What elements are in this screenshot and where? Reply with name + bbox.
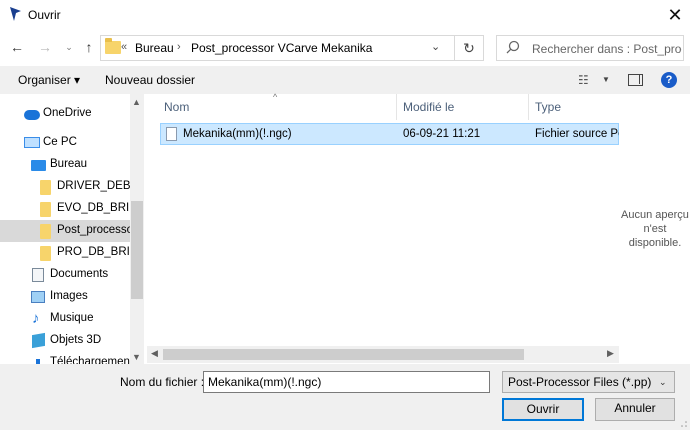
vcarve-arrow-icon [10,7,21,21]
search-placeholder[interactable]: Rechercher dans : Post_proc... [532,42,682,56]
column-header-name[interactable]: Nom [164,100,189,114]
dialog-footer: Nom du fichier : Mekanika(mm)(!.ngc) Pos… [0,364,690,430]
view-dropdown-icon[interactable]: ▼ [602,75,610,84]
view-options-icon[interactable]: ☷ [578,73,589,87]
folder-icon [105,38,121,54]
forward-arrow-icon[interactable]: → [36,37,54,57]
open-button[interactable]: Ouvrir [502,398,584,421]
help-icon[interactable]: ? [661,72,677,88]
preview-empty-message: Aucun aperçu n'est disponible. [621,209,689,249]
sidebar-item-evo-db-bridge[interactable]: EVO_DB_BRIDGE [0,198,144,220]
navigation-scroll-thumb[interactable] [131,201,143,299]
file-modified: 06-09-21 11:21 [403,128,481,140]
folder-icon [40,246,51,261]
column-divider[interactable] [396,94,397,120]
folder-icon [40,180,51,195]
chevron-down-icon[interactable]: ⌄ [659,377,667,388]
table-row[interactable]: Mekanika(mm)(!.ngc) 06-09-21 11:21 Fichi… [160,123,619,145]
onedrive-icon [24,110,40,120]
sidebar-item-label: Images [50,290,88,302]
file-icon [166,127,177,141]
sidebar-item-objets-3d[interactable]: Objets 3D [0,330,132,352]
preview-pane: Aucun aperçu n'est disponible. [620,94,690,364]
sidebar-item-label: Musique [50,312,94,324]
sidebar-item-label: Ce PC [43,136,77,148]
sidebar-item-label: Bureau [50,158,88,170]
folder-icon [40,224,51,239]
sidebar-item-documents[interactable]: Documents [0,264,132,286]
filename-label: Nom du fichier : [120,375,205,389]
scroll-down-icon[interactable]: ▼ [132,352,141,362]
sort-ascending-icon: ^ [273,92,278,102]
sidebar-item-label: Objets 3D [50,334,102,346]
up-arrow-icon[interactable]: ↑ [80,37,98,57]
navigation-bar: ← → ⌄ ↑ « Bureau › Post_processor VCarve… [0,30,690,64]
filename-input[interactable]: Mekanika(mm)(!.ngc) [203,371,490,393]
file-list: ^ Nom Modifié le Type Mekanika(mm)(!.ngc… [147,92,619,364]
address-dropdown-icon[interactable]: ⌄ [431,40,440,53]
desktop-icon [31,160,46,171]
new-folder-button[interactable]: Nouveau dossier [105,73,195,87]
music-icon: ♪ [32,310,40,327]
back-arrow-icon[interactable]: ← [8,37,26,57]
sidebar-item-label: Téléchargements [50,356,139,364]
sidebar-item-images[interactable]: Images [0,286,132,308]
address-bar[interactable]: « Bureau › Post_processor VCarve Mekanik… [100,35,455,61]
3d-objects-icon [32,332,45,349]
breadcrumb-bureau[interactable]: Bureau [135,41,174,55]
documents-icon [32,268,44,282]
sidebar-item-label: Post_processor [57,224,137,236]
sidebar-item-pro-db-bridge[interactable]: PRO_DB_BRIDGE [0,242,144,264]
file-type-value: Post-Processor Files (*.pp) [508,375,652,389]
sidebar-item-driver-debug[interactable]: DRIVER_DEBUG [0,176,144,198]
sidebar-item-ce-pc[interactable]: Ce PC [0,132,132,154]
scroll-up-icon[interactable]: ▲ [132,97,141,107]
refresh-icon[interactable]: ↻ [455,35,484,61]
scroll-right-icon[interactable]: ▶ [607,348,614,359]
recent-locations-chevron-icon[interactable]: ⌄ [60,37,78,57]
search-icon [506,40,520,54]
file-type: Fichier source Per [535,128,619,140]
filename-value[interactable]: Mekanika(mm)(!.ngc) [208,375,321,389]
column-header-modified[interactable]: Modifié le [403,100,454,114]
file-name: Mekanika(mm)(!.ngc) [183,128,292,140]
sidebar-item-post-processor[interactable]: Post_processor [0,220,137,242]
command-bar: Organiser ▾ Nouveau dossier ☷ ▼ ? [0,66,690,94]
column-header-type[interactable]: Type [535,100,561,114]
folder-icon [40,202,51,217]
file-list-horizontal-scrollbar[interactable]: ◀ ▶ [147,346,619,363]
pc-icon [24,137,40,148]
close-button[interactable]: ✕ [664,4,686,26]
breadcrumb-chevron-icon[interactable]: › [177,41,181,53]
preview-pane-icon[interactable] [628,74,643,86]
file-type-select[interactable]: Post-Processor Files (*.pp) ⌄ [502,371,675,393]
window-title: Ouvrir [28,8,61,22]
resize-grip-icon[interactable] [680,420,688,428]
column-divider[interactable] [528,94,529,120]
sidebar-item-musique[interactable]: ♪ Musique [0,308,132,330]
breadcrumb-current-folder[interactable]: Post_processor VCarve Mekanika [191,41,372,55]
cancel-button[interactable]: Annuler [595,398,675,421]
sidebar-item-onedrive[interactable]: OneDrive [0,103,132,125]
search-box[interactable]: Rechercher dans : Post_proc... [496,35,684,61]
sidebar-item-label: OneDrive [43,107,92,119]
navigation-pane: OneDrive Ce PC Bureau DRIVER_DEBUG EVO_D… [0,94,144,364]
breadcrumb-overflow-icon[interactable]: « [121,41,127,53]
pictures-icon [31,291,45,303]
sidebar-item-label: Documents [50,268,109,280]
scroll-left-icon[interactable]: ◀ [151,348,158,359]
organize-button[interactable]: Organiser ▾ [18,73,80,87]
horizontal-scroll-thumb[interactable] [163,349,524,360]
sidebar-item-telechargements[interactable]: Téléchargements [0,352,139,364]
sidebar-item-bureau[interactable]: Bureau [0,154,132,176]
title-bar: Ouvrir ✕ [0,0,690,30]
